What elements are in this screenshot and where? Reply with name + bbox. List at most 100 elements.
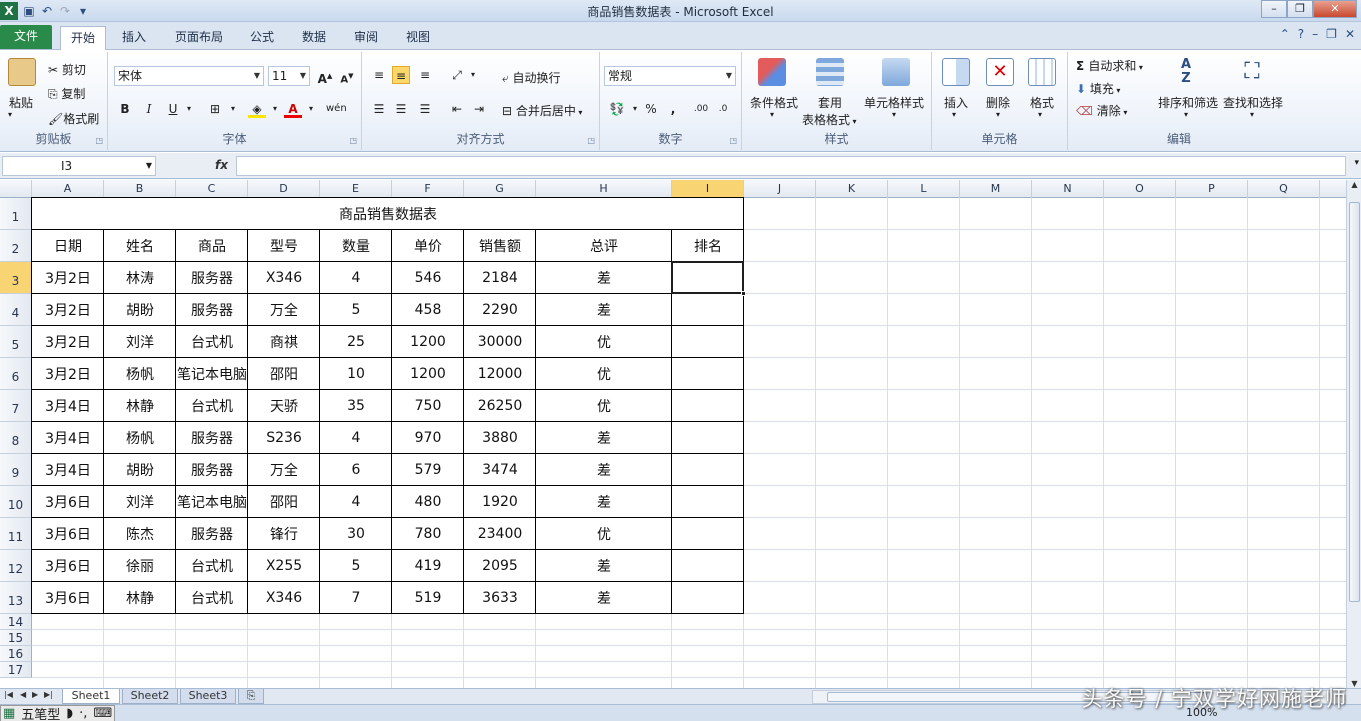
decrease-indent-icon[interactable]: ⇤ [448,100,466,118]
data-cell[interactable]: 差 [536,550,672,582]
align-top-icon[interactable]: ≡ [370,66,388,84]
chevron-down-icon[interactable]: ▾ [952,110,956,119]
formula-input[interactable] [236,156,1346,176]
align-center-icon[interactable]: ☰ [392,100,410,118]
data-cell[interactable]: 546 [392,262,464,294]
row-header-13[interactable]: 13 [0,582,32,614]
paste-button[interactable]: 粘贴 [9,94,33,111]
number-launcher-icon[interactable]: ◳ [729,136,737,145]
data-cell[interactable]: 商祺 [248,326,320,358]
data-cell[interactable]: 优 [536,518,672,550]
data-cell[interactable]: 陈杰 [104,518,176,550]
data-cell[interactable]: 750 [392,390,464,422]
column-header-k[interactable]: K [816,180,888,198]
data-cell[interactable]: 差 [536,454,672,486]
data-cell[interactable]: 3月4日 [32,390,104,422]
column-header-n[interactable]: N [1032,180,1104,198]
tab-data[interactable]: 数据 [294,26,334,50]
tab-home[interactable]: 开始 [60,26,106,50]
header-cell[interactable]: 单价 [392,230,464,262]
font-name-combo[interactable]: 宋体 ▼ [114,66,264,86]
column-header-q[interactable]: Q [1248,180,1320,198]
data-cell[interactable]: 780 [392,518,464,550]
sheet-title-cell[interactable]: 商品销售数据表 [32,198,744,230]
conditional-format-button[interactable]: 条件格式 [750,94,798,111]
data-cell[interactable]: S236 [248,422,320,454]
active-cell-outline[interactable] [671,261,744,294]
header-cell[interactable]: 数量 [320,230,392,262]
ime-mode[interactable]: 五笔型 [19,704,62,721]
data-cell[interactable]: 10 [320,358,392,390]
data-cell[interactable]: 26250 [464,390,536,422]
data-cell[interactable]: 优 [536,326,672,358]
row-header-3[interactable]: 3 [0,262,32,294]
data-cell[interactable] [672,390,744,422]
sort-filter-button[interactable]: 排序和筛选 [1158,94,1218,111]
number-format-combo[interactable]: 常规 ▼ [604,66,736,86]
help-icon[interactable]: ? [1298,27,1304,41]
data-cell[interactable]: 服务器 [176,294,248,326]
data-cell[interactable]: 胡盼 [104,294,176,326]
vertical-scrollbar[interactable]: ▲ ▼ [1346,180,1361,688]
doc-restore-icon[interactable]: ❐ [1326,27,1337,41]
data-cell[interactable]: 1200 [392,326,464,358]
bold-icon[interactable]: B [116,100,134,118]
increase-indent-icon[interactable]: ⇥ [470,100,488,118]
data-cell[interactable]: 差 [536,486,672,518]
header-cell[interactable]: 日期 [32,230,104,262]
data-cell[interactable]: 6 [320,454,392,486]
expand-formula-icon[interactable]: ▾ [1354,158,1359,168]
data-cell[interactable]: 3633 [464,582,536,614]
prev-sheet-icon[interactable]: ◀ [20,690,26,699]
data-cell[interactable]: 差 [536,582,672,614]
data-cell[interactable]: 579 [392,454,464,486]
tab-formulas[interactable]: 公式 [242,26,282,50]
data-cell[interactable]: 服务器 [176,422,248,454]
borders-dropdown-icon[interactable]: ▾ [224,100,242,118]
data-cell[interactable]: 服务器 [176,518,248,550]
data-cell[interactable]: 万全 [248,454,320,486]
header-cell[interactable]: 姓名 [104,230,176,262]
clear-button[interactable]: ⌫ 清除 ▾ [1076,102,1127,119]
decrease-decimal-icon[interactable]: .0 [714,100,732,118]
fill-button[interactable]: ⬇ 填充 ▾ [1076,80,1120,97]
next-sheet-icon[interactable]: ▶ [32,690,38,699]
format-as-table-label[interactable]: 表格格式 ▾ [802,111,857,128]
increase-decimal-icon[interactable]: .00 [692,100,710,118]
minimize-button[interactable]: – [1261,0,1287,18]
data-cell[interactable]: X346 [248,582,320,614]
tab-page-layout[interactable]: 页面布局 [166,26,232,50]
data-cell[interactable]: X255 [248,550,320,582]
row-header-9[interactable]: 9 [0,454,32,486]
data-cell[interactable]: 4 [320,422,392,454]
data-cell[interactable]: 台式机 [176,550,248,582]
data-cell[interactable]: 30000 [464,326,536,358]
column-header-b[interactable]: B [104,180,176,198]
row-header-17[interactable]: 17 [0,662,32,678]
column-header-p[interactable]: P [1176,180,1248,198]
copy-button[interactable]: ⎘ 复制 [48,85,85,102]
italic-icon[interactable]: I [140,100,158,118]
data-cell[interactable] [672,518,744,550]
format-painter-button[interactable]: 🖌格式刷 [48,110,99,127]
data-cell[interactable]: 23400 [464,518,536,550]
data-cell[interactable]: 优 [536,390,672,422]
data-cell[interactable]: 台式机 [176,582,248,614]
ime-halfwidth-icon[interactable]: ◗ [64,706,75,721]
close-button[interactable]: ✕ [1313,0,1357,18]
column-header-g[interactable]: G [464,180,536,198]
header-cell[interactable]: 型号 [248,230,320,262]
chevron-down-icon[interactable]: ▾ [1184,110,1188,119]
align-right-icon[interactable]: ☰ [416,100,434,118]
data-cell[interactable]: 25 [320,326,392,358]
header-cell[interactable]: 商品 [176,230,248,262]
sheet-tab-sheet1[interactable]: Sheet1 [62,689,120,704]
tab-review[interactable]: 审阅 [346,26,386,50]
data-cell[interactable]: 林静 [104,390,176,422]
fill-handle[interactable] [741,291,746,296]
cut-button[interactable]: ✂ 剪切 [48,61,86,78]
row-header-15[interactable]: 15 [0,630,32,646]
data-cell[interactable]: 台式机 [176,326,248,358]
data-cell[interactable]: 1920 [464,486,536,518]
data-cell[interactable]: 优 [536,358,672,390]
